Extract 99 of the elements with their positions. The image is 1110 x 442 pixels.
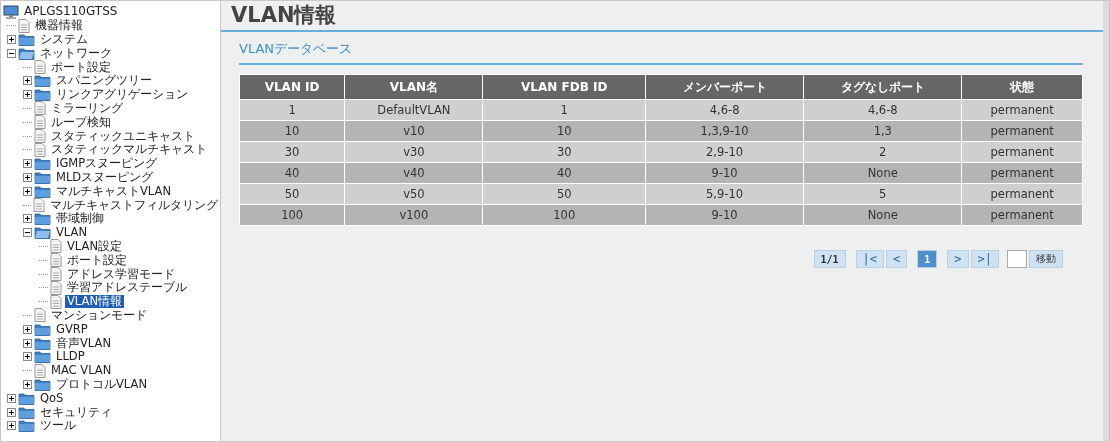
folder-icon: [34, 184, 51, 198]
column-header: タグなしポート: [803, 74, 962, 100]
folder-icon: [18, 33, 35, 46]
tree-item[interactable]: MLDスヌーピング: [54, 170, 156, 184]
column-header: メンバーポート: [645, 74, 804, 100]
tree-item[interactable]: 機器情報: [33, 19, 85, 33]
column-header: VLAN ID: [239, 74, 345, 100]
document-icon: [34, 115, 46, 130]
tree-item[interactable]: 学習アドレステーブル: [65, 281, 189, 295]
document-icon: [18, 18, 30, 33]
page-count: 1/1: [813, 250, 846, 268]
table-cell: 40: [239, 162, 345, 184]
document-icon: [50, 267, 62, 282]
tree-item[interactable]: IGMPスヌーピング: [54, 157, 160, 171]
expander-icon[interactable]: [23, 338, 32, 348]
document-icon: [34, 142, 46, 157]
tree-item[interactable]: VLAN情報: [65, 295, 124, 309]
tree-item[interactable]: マルチキャストフィルタリング: [48, 198, 220, 212]
expander-icon[interactable]: [23, 90, 32, 100]
page-nav-button[interactable]: >|: [970, 250, 999, 268]
tree-item[interactable]: ネットワーク: [38, 46, 114, 60]
document-icon: [34, 308, 46, 323]
page-title: VLAN情報: [221, 1, 1103, 32]
tree-item[interactable]: マンションモード: [49, 308, 149, 322]
expander-icon[interactable]: [7, 407, 16, 417]
page-input[interactable]: [1007, 250, 1027, 268]
expander-icon[interactable]: [23, 186, 32, 196]
tree-item[interactable]: ツール: [38, 419, 78, 433]
folder-icon: [34, 170, 51, 184]
tree-item[interactable]: ループ検知: [49, 115, 113, 129]
document-icon: [50, 280, 62, 295]
tree-item[interactable]: GVRP: [54, 322, 90, 336]
tree-item[interactable]: ポート設定: [65, 253, 129, 267]
open-folder-icon: [34, 226, 51, 240]
page-nav-button[interactable]: <: [886, 250, 908, 268]
expander-icon[interactable]: [23, 172, 32, 182]
expander-icon[interactable]: [23, 228, 32, 238]
folder-icon: [18, 419, 35, 433]
folder-icon: [34, 322, 51, 336]
computer-icon: [3, 4, 19, 19]
folder-icon: [34, 350, 51, 364]
page-nav-button[interactable]: |<: [855, 250, 885, 268]
document-icon: [50, 239, 62, 254]
go-button[interactable]: 移動: [1029, 250, 1063, 268]
document-icon: [34, 60, 46, 75]
folder-icon: [34, 74, 51, 88]
document-icon: [33, 198, 45, 213]
tree-item[interactable]: プロトコルVLAN: [54, 377, 149, 391]
column-header: VLAN名: [344, 74, 483, 100]
expander-icon[interactable]: [23, 324, 32, 334]
tree-item[interactable]: アドレス学習モード: [65, 267, 177, 281]
table-cell: 30: [239, 141, 345, 163]
table-cell: 10: [239, 120, 345, 142]
expander-icon[interactable]: [23, 214, 32, 224]
document-icon: [50, 294, 62, 309]
document-icon: [34, 101, 46, 116]
tree-item[interactable]: スタティックユニキャスト: [49, 129, 197, 143]
document-icon: [34, 363, 46, 378]
section-title: VLANデータベース: [239, 38, 1083, 65]
tree-item[interactable]: セキュリティ: [38, 405, 114, 419]
document-icon: [34, 129, 46, 144]
page-nav-button[interactable]: >: [947, 250, 969, 268]
folder-icon: [34, 212, 51, 226]
expander-icon[interactable]: [23, 76, 32, 86]
expander-icon[interactable]: [7, 421, 16, 431]
folder-icon: [34, 88, 51, 102]
document-icon: [50, 253, 62, 268]
expander-icon[interactable]: [7, 35, 16, 44]
table-cell: 100: [239, 204, 345, 226]
tree-item[interactable]: MAC VLAN: [49, 364, 114, 378]
tree-item[interactable]: スパニングツリー: [54, 74, 154, 88]
tree-item[interactable]: ミラーリング: [49, 101, 125, 115]
folder-icon: [18, 405, 35, 419]
folder-icon: [34, 157, 51, 171]
tree-item[interactable]: VLAN: [54, 226, 89, 240]
folder-icon: [34, 336, 51, 350]
tree-item[interactable]: システム: [38, 33, 90, 46]
expander-icon[interactable]: [23, 379, 32, 389]
expander-icon[interactable]: [7, 48, 16, 58]
folder-icon: [18, 391, 35, 405]
column-header: 状態: [961, 74, 1083, 100]
expander-icon[interactable]: [23, 159, 32, 169]
tree-item[interactable]: APLGS110GTSS: [22, 5, 120, 19]
tree-item[interactable]: スタティックマルチキャスト: [49, 143, 209, 157]
expander-icon[interactable]: [7, 393, 16, 403]
column-header: VLAN FDB ID: [483, 74, 646, 100]
tree-item[interactable]: QoS: [38, 391, 66, 405]
folder-icon: [34, 377, 51, 391]
tree-item[interactable]: LLDP: [54, 350, 87, 364]
tree-item[interactable]: VLAN設定: [65, 239, 124, 253]
table-cell: 1: [239, 99, 345, 121]
tree-item[interactable]: リンクアグリゲーション: [54, 88, 190, 102]
tree-item[interactable]: 音声VLAN: [54, 336, 113, 350]
open-folder-icon: [18, 46, 35, 60]
tree-item[interactable]: マルチキャストVLAN: [54, 184, 173, 198]
tree-item[interactable]: ポート設定: [49, 60, 113, 74]
expander-icon[interactable]: [23, 352, 32, 362]
tree-item[interactable]: 帯域制御: [54, 212, 106, 226]
table-cell: 50: [239, 183, 345, 205]
